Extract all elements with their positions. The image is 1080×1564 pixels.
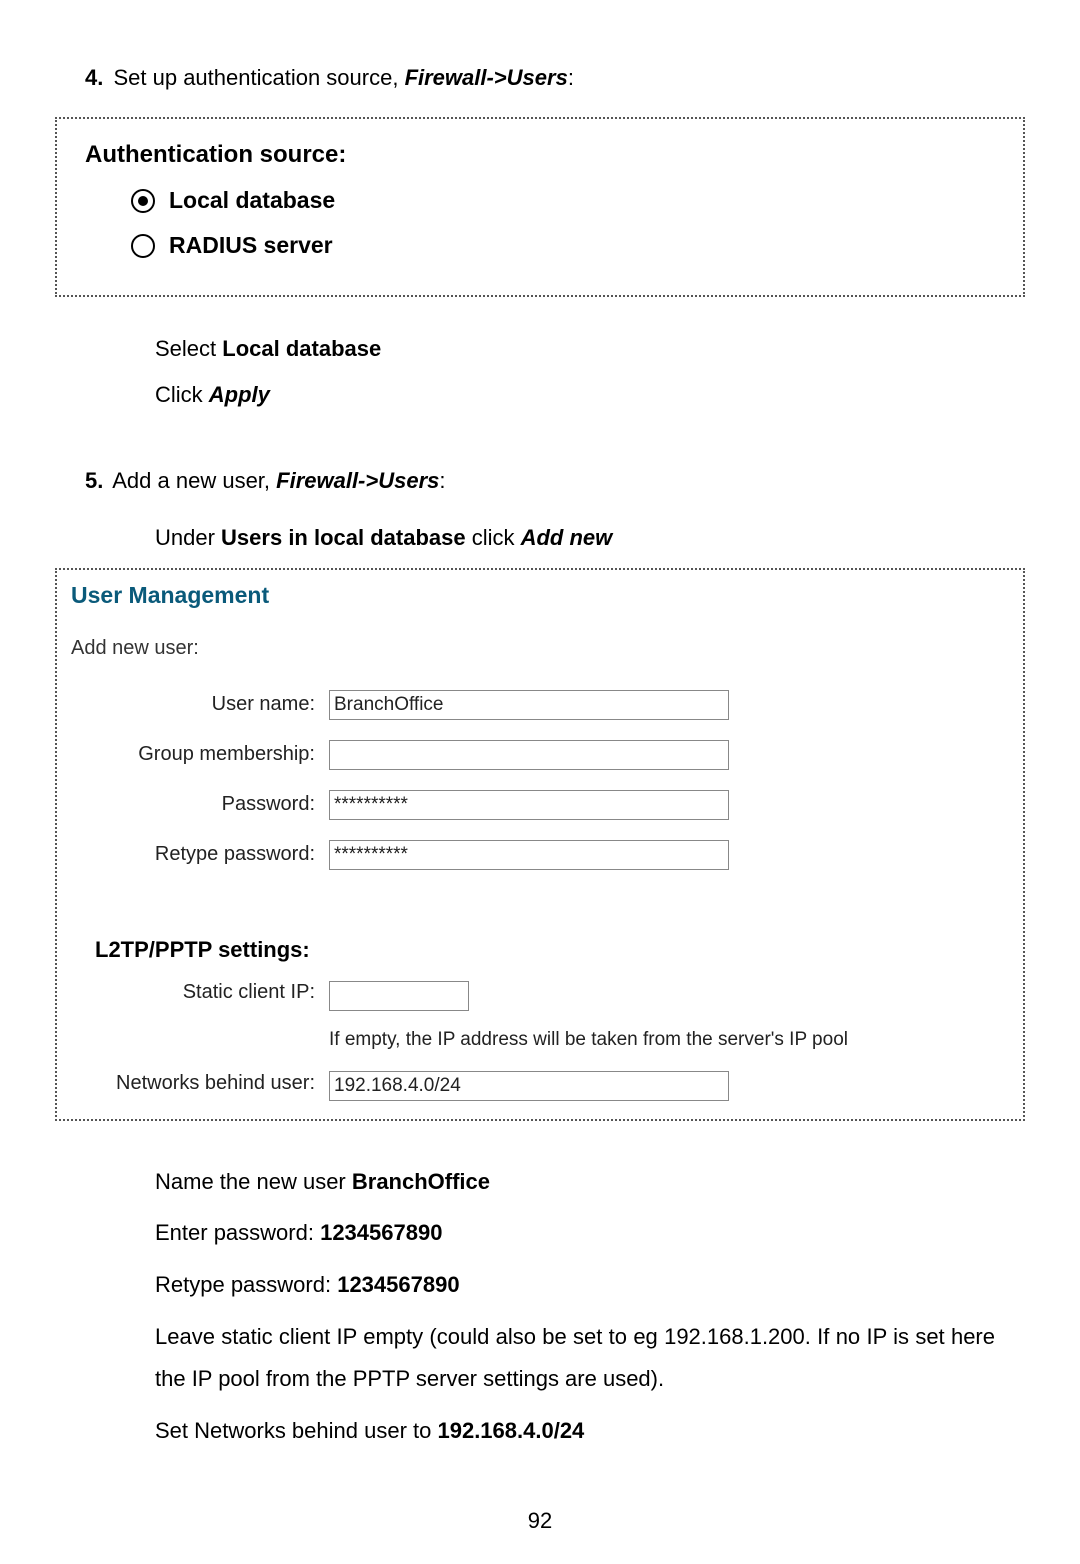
step-4-path: Firewall->Users (405, 65, 568, 90)
radio-label-local: Local database (169, 187, 335, 214)
post-l5-bold: 192.168.4.0/24 (437, 1418, 584, 1443)
radio-icon-selected[interactable] (131, 189, 155, 213)
form-divider (75, 906, 729, 907)
step-5-text-after: : (439, 468, 445, 493)
input-group[interactable] (329, 740, 729, 770)
input-retype[interactable] (329, 840, 729, 870)
user-form: User name: Group membership: Password: R… (75, 690, 1009, 907)
radio-row-radius[interactable]: RADIUS server (131, 232, 1001, 259)
label-networks: Networks behind user: (75, 1071, 315, 1095)
under-addnew: Add new (521, 525, 613, 550)
step-5-text-before: Add a new user, (107, 468, 276, 493)
label-group: Group membership: (75, 743, 315, 766)
radio-icon-unselected[interactable] (131, 234, 155, 258)
label-username: User name: (75, 693, 315, 716)
instr-click-prefix: Click (155, 382, 209, 407)
radio-row-local[interactable]: Local database (131, 187, 1001, 214)
step-5-path: Firewall->Users (276, 468, 439, 493)
step-4-text-after: : (568, 65, 574, 90)
post-instructions: Name the new user BranchOffice Enter pas… (155, 1161, 995, 1452)
under-prefix: Under (155, 525, 221, 550)
step-5-line: 5. Add a new user, Firewall->Users: (85, 463, 995, 498)
add-new-user-label: Add new user: (71, 637, 1009, 660)
authentication-source-panel: Authentication source: Local database RA… (55, 117, 1025, 297)
authentication-source-title: Authentication source: (85, 141, 1001, 169)
post-l1-bold: BranchOffice (352, 1169, 490, 1194)
page-number: 92 (0, 1508, 1080, 1534)
post-l3-bold: 1234567890 (337, 1272, 459, 1297)
user-management-title: User Management (71, 582, 1009, 609)
input-password[interactable] (329, 790, 729, 820)
step-5-subinstruction: Under Users in local database click Add … (155, 520, 995, 555)
step-5-block: 5. Add a new user, Firewall->Users: Unde… (85, 463, 995, 555)
radio-label-radius: RADIUS server (169, 232, 333, 259)
label-retype: Retype password: (75, 843, 315, 866)
l2tp-pptp-section-title: L2TP/PPTP settings: (95, 937, 1009, 963)
under-mid: click (466, 525, 521, 550)
post-l4: Leave static client IP empty (could also… (155, 1316, 995, 1400)
instr-click-apply: Apply (209, 382, 270, 407)
input-static-ip[interactable] (329, 981, 469, 1011)
step-4-text-before: Set up authentication source, (107, 65, 404, 90)
post-l5-prefix: Set Networks behind user to (155, 1418, 437, 1443)
instructions-after-auth: Select Local database Click Apply (155, 327, 995, 417)
l2tp-form: Static client IP: If empty, the IP addre… (75, 981, 1009, 1101)
under-bold1: Users in local database (221, 525, 466, 550)
label-static-ip: Static client IP: (75, 981, 315, 1004)
label-password: Password: (75, 793, 315, 816)
instr-select-bold: Local database (222, 336, 381, 361)
step-5-number: 5. (85, 468, 103, 493)
post-l2-bold: 1234567890 (320, 1220, 442, 1245)
step-4-line: 4. Set up authentication source, Firewal… (85, 60, 995, 95)
static-ip-hint: If empty, the IP address will be taken f… (329, 1029, 1009, 1051)
user-management-panel: User Management Add new user: User name:… (55, 568, 1025, 1121)
post-l1-prefix: Name the new user (155, 1169, 352, 1194)
step-4-number: 4. (85, 65, 103, 90)
input-networks[interactable] (329, 1071, 729, 1101)
instr-select-prefix: Select (155, 336, 222, 361)
post-l2-prefix: Enter password: (155, 1220, 320, 1245)
input-username[interactable] (329, 690, 729, 720)
post-l3-prefix: Retype password: (155, 1272, 337, 1297)
page: 4. Set up authentication source, Firewal… (0, 0, 1080, 1564)
